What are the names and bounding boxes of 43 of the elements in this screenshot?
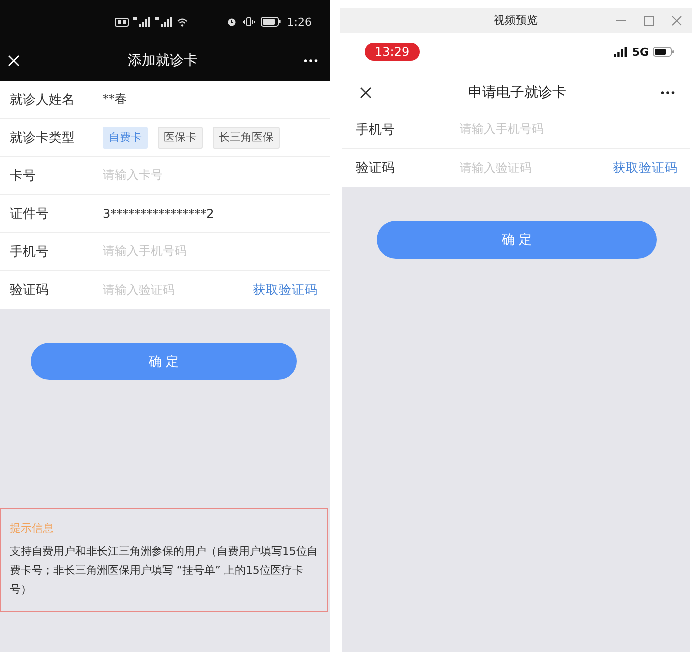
page-title: 申请电子就诊卡: [468, 84, 566, 102]
wifi-icon: [177, 18, 188, 26]
maximize-icon[interactable]: [644, 16, 654, 26]
battery-icon: [261, 17, 282, 27]
network-label: 5G: [632, 46, 649, 58]
field-label: 就诊人姓名: [10, 92, 76, 108]
field-label: 验证码: [356, 160, 396, 177]
input-field[interactable]: 请输入验证码: [103, 282, 175, 298]
field-value: 3****************2: [103, 206, 214, 220]
get-code-link[interactable]: 获取验证码: [253, 282, 318, 298]
field-label: 卡号: [10, 168, 37, 184]
field-label: 验证码: [10, 282, 50, 299]
input-field[interactable]: 请输入手机号码: [103, 243, 187, 260]
card-type-option[interactable]: 长三角医保: [213, 126, 280, 148]
hd-icon: [115, 18, 129, 26]
input-field[interactable]: 请输入手机号码: [460, 121, 544, 138]
battery-icon: [653, 47, 675, 57]
hint-text: 支持自费用户和非长江三角洲参保的用户（自费用户填写15位自费卡号；非长三角洲医保用户填写 “挂号单” 上的15位医疗卡号）: [10, 544, 320, 598]
card-type-option[interactable]: 医保卡: [158, 126, 203, 148]
status-time: 1:26: [287, 16, 312, 28]
more-icon[interactable]: [304, 58, 318, 62]
field-value: **春: [103, 91, 127, 108]
signal-icon: [614, 47, 628, 57]
more-icon[interactable]: [661, 91, 675, 95]
status-time: 13:29: [365, 43, 420, 61]
card-type-option[interactable]: 自费卡: [103, 126, 148, 148]
alarm-icon: [227, 17, 238, 27]
close-icon[interactable]: [360, 87, 372, 99]
signal-icon: [133, 17, 151, 27]
hint-title: 提示信息: [10, 521, 55, 537]
field-label: 证件号: [10, 206, 50, 222]
field-label: 就诊卡类型: [10, 130, 76, 146]
input-field[interactable]: 请输入验证码: [460, 160, 532, 176]
confirm-button[interactable]: 确 定: [31, 343, 297, 380]
field-label: 手机号: [356, 122, 396, 138]
field-label: 手机号: [10, 244, 50, 260]
page-title: 添加就诊卡: [128, 52, 198, 70]
signal-icon: [155, 17, 173, 27]
input-field[interactable]: 请输入卡号: [103, 167, 163, 184]
vibrate-icon: [243, 17, 256, 27]
get-code-link[interactable]: 获取验证码: [613, 160, 678, 176]
window-title: 视频预览: [494, 13, 538, 28]
confirm-button[interactable]: 确 定: [377, 221, 657, 259]
